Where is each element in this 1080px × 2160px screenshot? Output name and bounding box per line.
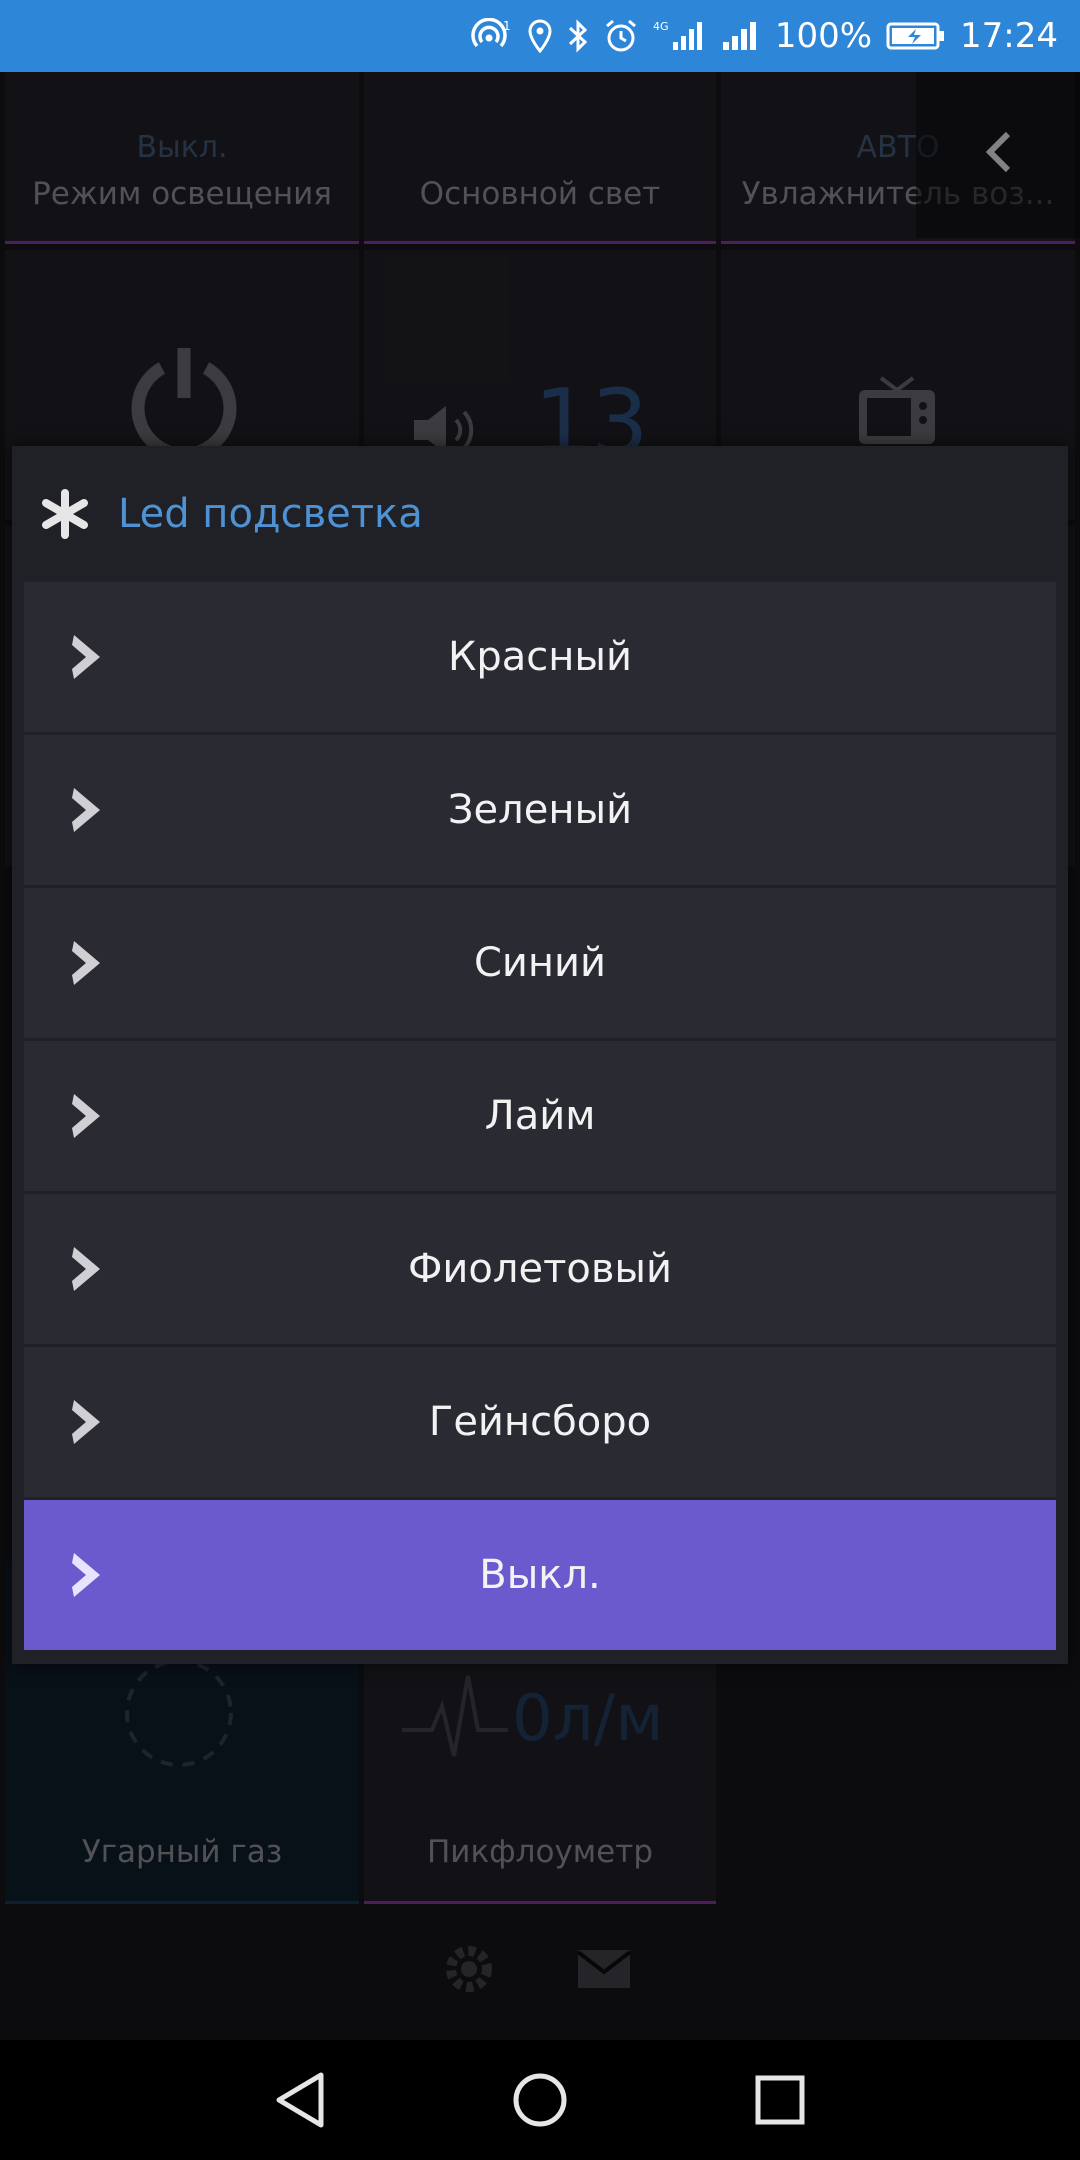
chevron-right-icon (72, 941, 100, 985)
bluetooth-icon (567, 18, 589, 54)
hotspot-icon: 1 (469, 18, 513, 54)
navigation-bar (0, 2040, 1080, 2160)
option-off[interactable]: Выкл. (24, 1500, 1056, 1650)
option-label: Зеленый (447, 787, 633, 833)
svg-text:1: 1 (503, 19, 511, 33)
option-lime[interactable]: Лайм (24, 1041, 1056, 1191)
nav-home-button[interactable] (500, 2060, 580, 2140)
chevron-right-icon (72, 1553, 100, 1597)
option-label: Синий (473, 940, 607, 986)
nav-back-button[interactable] (260, 2060, 340, 2140)
alarm-icon (603, 18, 639, 54)
option-blue[interactable]: Синий (24, 888, 1056, 1038)
chevron-right-icon (72, 1094, 100, 1138)
option-green[interactable]: Зеленый (24, 735, 1056, 885)
status-bar: 1 4G 100% 17:24 (0, 0, 1080, 72)
dialog-title: Led подсветка (118, 491, 423, 537)
location-icon (527, 19, 553, 53)
nav-recents-button[interactable] (740, 2060, 820, 2140)
led-backlight-dialog: Led подсветка Красный Зеленый Синий Лайм… (12, 446, 1068, 1664)
option-label: Гейнсборо (428, 1399, 652, 1445)
chevron-right-icon (72, 1247, 100, 1291)
battery-percent: 100% (774, 16, 873, 56)
option-red[interactable]: Красный (24, 582, 1056, 732)
option-label: Фиолетовый (407, 1246, 672, 1292)
asterisk-icon (42, 489, 88, 539)
battery-charging-icon (886, 20, 946, 52)
option-gainsboro[interactable]: Гейнсборо (24, 1347, 1056, 1497)
back-triangle-icon (276, 2072, 324, 2128)
signal-icon (721, 18, 761, 54)
chevron-right-icon (72, 1400, 100, 1444)
home-circle-icon (513, 2073, 567, 2127)
clock: 17:24 (960, 16, 1058, 56)
option-label: Лайм (484, 1093, 596, 1139)
dialog-header: Led подсветка (12, 446, 1068, 582)
option-violet[interactable]: Фиолетовый (24, 1194, 1056, 1344)
svg-text:4G: 4G (653, 20, 669, 33)
option-label: Красный (447, 634, 633, 680)
chevron-right-icon (72, 788, 100, 832)
recents-square-icon (755, 2075, 805, 2125)
signal-4g-icon: 4G (653, 18, 707, 54)
chevron-right-icon (72, 635, 100, 679)
option-label: Выкл. (479, 1552, 601, 1598)
